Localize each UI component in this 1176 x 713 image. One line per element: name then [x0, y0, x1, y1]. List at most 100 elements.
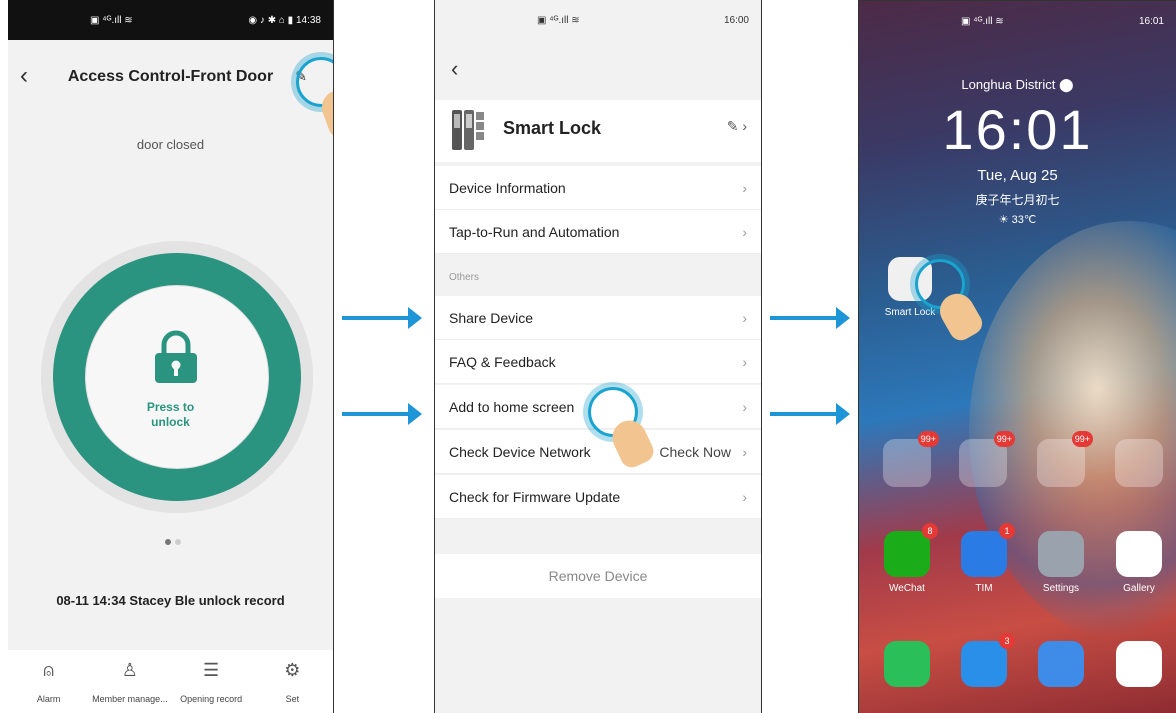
notification-badge: 99+ — [993, 431, 1015, 447]
status-time: 14:38 — [295, 14, 321, 26]
page-indicator — [165, 532, 185, 550]
menu-check-firmware-update[interactable]: Check for Firmware Update › — [435, 475, 761, 519]
wechat-icon: 8 — [884, 523, 938, 577]
dock-messages[interactable]: 3 — [954, 633, 1015, 693]
app-folder[interactable] — [1115, 439, 1163, 487]
app-folder[interactable]: 99+ — [959, 431, 1015, 487]
menu-device-information[interactable]: Device Information › — [435, 166, 761, 210]
notification-badge: 3 — [999, 633, 1015, 649]
notification-badge: 1 — [999, 523, 1015, 539]
menu-label: FAQ & Feedback — [449, 354, 556, 370]
smart-lock-icon — [452, 110, 484, 150]
bottom-tab-bar: ⍝ Alarm ♙ Member manage... ☰ Opening rec… — [8, 650, 333, 713]
tab-set[interactable]: ⚙ Set — [252, 650, 333, 713]
menu-label: Add to home screen — [449, 399, 575, 415]
app-header: ‹ Access Control-Front Door ✎ — [8, 48, 333, 104]
chevron-right-icon: › — [742, 489, 747, 505]
status-bar: ▣ ⁴ᴳ.ıll ≋ 16:00 — [435, 0, 761, 40]
status-bar: ▣ ⁴ᴳ.ıll ≋ 16:01 — [859, 1, 1176, 41]
menu-share-device[interactable]: Share Device › — [435, 296, 761, 340]
signal-icons: ▣ ⁴ᴳ.ıll ≋ — [537, 14, 580, 26]
status-bar: ▣ ⁴ᴳ.ıll ≋ ◉ ♪ ✱ ⌂ ▮ 14:38 — [8, 0, 333, 40]
menu-tap-to-run[interactable]: Tap-to-Run and Automation › — [435, 210, 761, 254]
app-gallery[interactable]: Gallery — [1109, 531, 1169, 594]
status-icons: ◉ ♪ ✱ ⌂ ▮ — [248, 14, 294, 26]
back-icon[interactable]: ‹ — [451, 56, 458, 82]
messages-icon: 3 — [961, 633, 1015, 687]
unlock-label-line2: unlock — [151, 415, 190, 429]
app-tim[interactable]: 1 TIM — [954, 523, 1015, 594]
tab-alarm[interactable]: ⍝ Alarm — [8, 650, 89, 713]
notification-badge: 99+ — [917, 431, 939, 447]
signal-icons: ▣ ⁴ᴳ.ıll ≋ — [90, 14, 133, 26]
tab-label: Opening record — [180, 694, 243, 704]
status-time: 16:01 — [1138, 15, 1164, 27]
tab-label: Set — [285, 694, 300, 704]
app-settings[interactable]: Settings — [1031, 531, 1091, 594]
chevron-right-icon: › — [742, 399, 747, 415]
door-status: door closed — [136, 137, 205, 152]
edit-icon[interactable]: ✎ › — [727, 118, 747, 135]
menu-label: Check Device Network — [449, 444, 591, 460]
arrow-icon — [770, 307, 850, 329]
dock-phone[interactable] — [877, 641, 937, 693]
date: Tue, Aug 25 — [977, 167, 1058, 184]
signal-icons: ▣ ⁴ᴳ.ıll ≋ — [961, 15, 1004, 27]
tab-label: Alarm — [36, 694, 61, 704]
alarm-icon: ⍝ — [43, 660, 55, 680]
notification-badge: 8 — [922, 523, 938, 539]
app-label: TIM — [975, 583, 993, 594]
arrow-icon — [342, 307, 422, 329]
gallery-flower-icon — [1116, 531, 1162, 577]
home-screen: ▣ ⁴ᴳ.ıll ≋ 16:01 Longhua District ⬤ 16:0… — [858, 0, 1176, 713]
access-control-screen: ▣ ⁴ᴳ.ıll ≋ ◉ ♪ ✱ ⌂ ▮ 14:38 ‹ Access Cont… — [8, 0, 334, 713]
app-wechat[interactable]: 8 WeChat — [877, 523, 938, 594]
app-label: Smart Lock — [884, 307, 936, 318]
arrow-icon — [770, 403, 850, 425]
dock-camera[interactable] — [1109, 641, 1169, 693]
unlock-label: Press to unlock — [8, 400, 333, 430]
section-header-others: Others — [449, 272, 480, 283]
unlock-record[interactable]: 08-11 14:34 Stacey Ble unlock record — [8, 593, 333, 608]
check-now-link[interactable]: Check Now — [659, 430, 731, 474]
phone-icon — [884, 641, 930, 687]
gear-icon: ⚙ — [284, 660, 301, 680]
tab-opening-record[interactable]: ☰ Opening record — [171, 650, 252, 713]
arrow-icon — [342, 403, 422, 425]
camera-icon — [1116, 641, 1162, 687]
list-icon: ☰ — [203, 660, 220, 680]
menu-check-device-network[interactable]: Check Device Network Check Now › — [435, 430, 761, 474]
settings-gear-icon — [1038, 531, 1084, 577]
app-folder[interactable]: 99+ — [883, 431, 939, 487]
lunar-date: 庚子年七月初七 — [975, 193, 1060, 207]
menu-label: Device Information — [449, 180, 566, 196]
district-text: Longhua District — [961, 77, 1056, 92]
browser-icon — [1038, 641, 1084, 687]
status-time: 16:00 — [723, 14, 749, 26]
device-settings-screen: ▣ ⁴ᴳ.ıll ≋ 16:00 ‹ Smart Lock ✎ › Device… — [434, 0, 762, 713]
remove-device-button[interactable]: Remove Device — [435, 554, 761, 598]
location-label: Longhua District ⬤ — [859, 77, 1176, 93]
device-name: Smart Lock — [503, 118, 602, 138]
tim-icon: 1 — [961, 523, 1015, 577]
clock: 16:01 — [942, 98, 1093, 161]
unlock-label-line1: Press to — [146, 400, 195, 414]
tab-member-management[interactable]: ♙ Member manage... — [89, 650, 170, 713]
person-icon: ♙ — [121, 660, 138, 680]
page-title: Access Control-Front Door — [67, 68, 274, 85]
app-label: WeChat — [889, 583, 925, 594]
chevron-right-icon: › — [742, 354, 747, 370]
sun-cloud-icon: ☀ — [998, 214, 1009, 226]
dock-browser[interactable] — [1031, 641, 1091, 693]
temperature: 33℃ — [1011, 214, 1037, 226]
device-header-row[interactable]: Smart Lock ✎ › — [435, 100, 761, 162]
chevron-right-icon: › — [742, 310, 747, 326]
weather: ☀ 33℃ — [859, 213, 1176, 226]
page-dot — [175, 539, 181, 545]
lock-icon — [155, 330, 197, 383]
app-label: Settings — [1042, 583, 1080, 594]
menu-faq-feedback[interactable]: FAQ & Feedback › — [435, 340, 761, 384]
chevron-right-icon: › — [742, 444, 747, 460]
app-folder[interactable]: 99+ — [1037, 431, 1093, 487]
menu-label: Check for Firmware Update — [449, 489, 621, 505]
